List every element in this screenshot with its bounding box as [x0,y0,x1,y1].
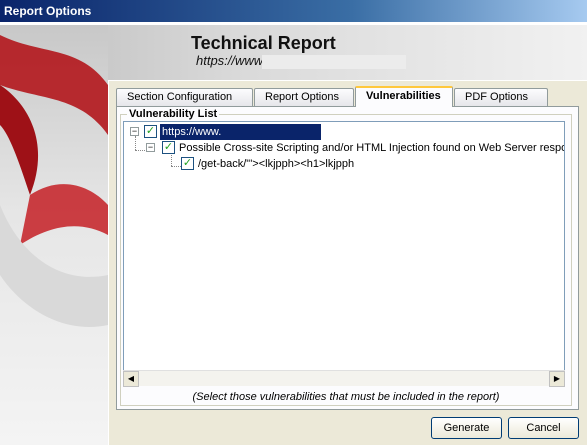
brand-logo-icon [0,35,108,327]
minus-expander-icon[interactable]: − [130,127,139,136]
selected-redaction [221,124,319,138]
tab-label: Report Options [265,91,339,103]
check-icon[interactable]: ✓ [181,157,194,170]
url-redaction [262,55,406,69]
check-icon[interactable]: ✓ [162,141,175,154]
horizontal-scrollbar[interactable]: ◀ ▶ [123,370,565,387]
tree-node-label: /get-back/"'><lkjpph><h1>lkjpph [198,158,355,170]
tab-label: Section Configuration [127,91,233,103]
tree-node-label: https://www. [160,124,322,140]
brand-artwork [0,25,108,445]
arrow-left-icon[interactable]: ◀ [123,371,139,387]
selection-hint: (Select those vulnerabilities that must … [192,391,500,403]
tab-label: PDF Options [465,91,528,103]
arrow-right-icon[interactable]: ▶ [549,371,565,387]
tab-vulnerabilities[interactable]: Vulnerabilities [355,86,453,107]
tab-pdf-options[interactable]: PDF Options [454,88,548,106]
tree-node-vulnerability[interactable]: − ✓ Possible Cross-site Scripting and/or… [124,140,564,156]
tree-node-path[interactable]: ✓ /get-back/"'><lkjpph><h1>lkjpph [124,156,564,172]
vulnerability-tree[interactable]: − ✓ https://www. − ✓ Possible Cross-site… [123,121,565,386]
check-icon[interactable]: ✓ [144,125,157,138]
tab-label: Vulnerabilities [366,90,441,102]
window-title-bar[interactable]: Report Options [0,0,587,22]
vulnerability-list-label: Vulnerability List [127,108,220,120]
window-title: Report Options [4,4,92,18]
tree-node-label: Possible Cross-site Scripting and/or HTM… [179,142,565,154]
minus-expander-icon[interactable]: − [146,143,155,152]
tree-node-host[interactable]: − ✓ https://www. [124,124,564,140]
report-title: Technical Report [191,33,336,53]
tab-report-options[interactable]: Report Options [254,88,354,106]
generate-button[interactable]: Generate [431,417,502,439]
cancel-button[interactable]: Cancel [508,417,579,439]
report-url: https://www. [196,53,267,68]
tab-section-configuration[interactable]: Section Configuration [116,88,253,106]
